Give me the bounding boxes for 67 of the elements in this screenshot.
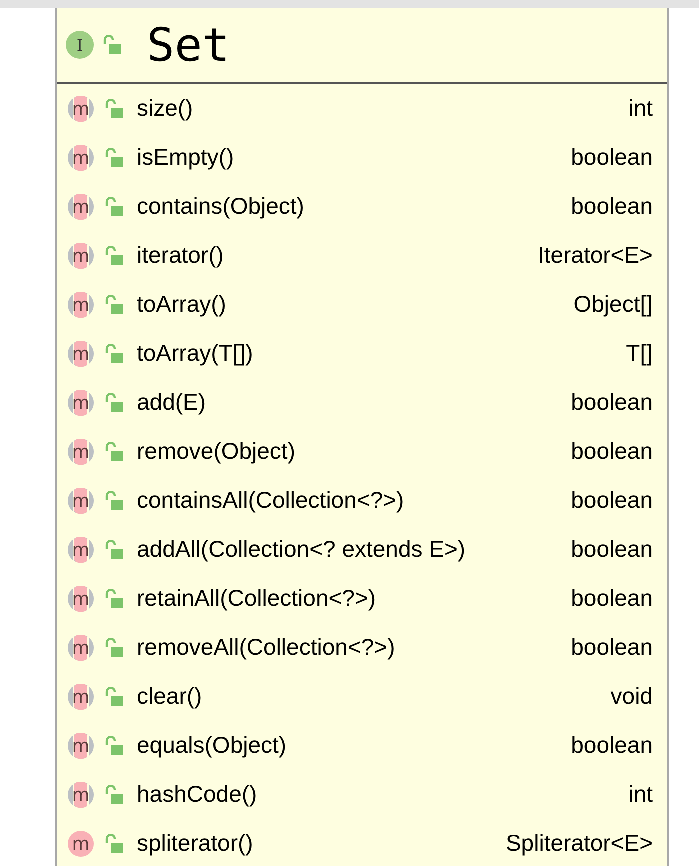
inherited-method-icon: m (65, 94, 97, 124)
inherited-method-icon: m (65, 192, 97, 222)
inherited-method-icon: m (65, 584, 97, 614)
lock-icon (105, 784, 123, 804)
return-type: int (628, 95, 653, 122)
method-icon: m (65, 828, 97, 858)
lock-icon (105, 442, 123, 462)
lock-icon (103, 35, 121, 55)
method-name: toArray(T[]) (137, 340, 254, 367)
lock-icon (105, 246, 123, 266)
lock-icon (105, 344, 123, 364)
inherited-method-icon: m (65, 436, 97, 466)
method-name: remove(Object) (137, 438, 296, 465)
method-name: removeAll(Collection<?>) (137, 634, 396, 661)
inherited-method-icon: m (65, 290, 97, 320)
return-type: T[] (626, 340, 653, 367)
inherited-method-icon: m (65, 534, 97, 564)
method-name: contains(Object) (137, 193, 304, 220)
interface-icon: I (65, 30, 95, 60)
inherited-method-icon: m (65, 142, 97, 172)
lock-icon (105, 540, 123, 560)
method-name: size() (137, 95, 194, 122)
return-type: boolean (571, 634, 653, 661)
inherited-method-icon: m (65, 632, 97, 662)
method-name: addAll(Collection<? extends E>) (137, 536, 466, 563)
lock-icon (105, 148, 123, 168)
inherited-method-icon: m (65, 682, 97, 712)
lock-icon (105, 588, 123, 608)
return-type: boolean (571, 193, 653, 220)
method-name: spliterator() (137, 830, 254, 857)
return-type: boolean (571, 144, 653, 171)
method-name: retainAll(Collection<?>) (137, 585, 376, 612)
return-type: boolean (571, 389, 653, 416)
inherited-method-icon: m (65, 338, 97, 368)
inherited-method-icon: m (65, 730, 97, 760)
lock-icon (105, 638, 123, 658)
inherited-method-icon: m (65, 780, 97, 810)
method-name: equals(Object) (137, 732, 287, 759)
return-type: boolean (571, 536, 653, 563)
lock-icon (105, 490, 123, 510)
method-name: iterator() (137, 242, 224, 269)
lock-icon (105, 834, 123, 854)
method-name: containsAll(Collection<?>) (137, 487, 404, 514)
method-name: hashCode() (137, 781, 258, 808)
inherited-method-icon: m (65, 240, 97, 270)
method-name: isEmpty() (137, 144, 234, 171)
lock-icon (105, 196, 123, 216)
lock-icon (105, 686, 123, 706)
return-type: int (628, 781, 653, 808)
return-type: boolean (571, 732, 653, 759)
return-type: boolean (571, 585, 653, 612)
return-type: Spliterator<E> (506, 830, 653, 857)
lock-icon (105, 392, 123, 412)
lock-icon (105, 294, 123, 314)
method-name: toArray() (137, 291, 226, 318)
return-type: void (610, 683, 653, 710)
class-title: Set (147, 18, 230, 72)
lock-icon (105, 736, 123, 756)
return-type: Iterator<E> (538, 242, 653, 269)
lock-icon (105, 98, 123, 118)
return-type: Object[] (574, 291, 653, 318)
inherited-method-icon: m (65, 388, 97, 418)
method-name: add(E) (137, 389, 206, 416)
inherited-method-icon: m (65, 486, 97, 516)
method-name: clear() (137, 683, 202, 710)
return-type: boolean (571, 438, 653, 465)
return-type: boolean (571, 487, 653, 514)
